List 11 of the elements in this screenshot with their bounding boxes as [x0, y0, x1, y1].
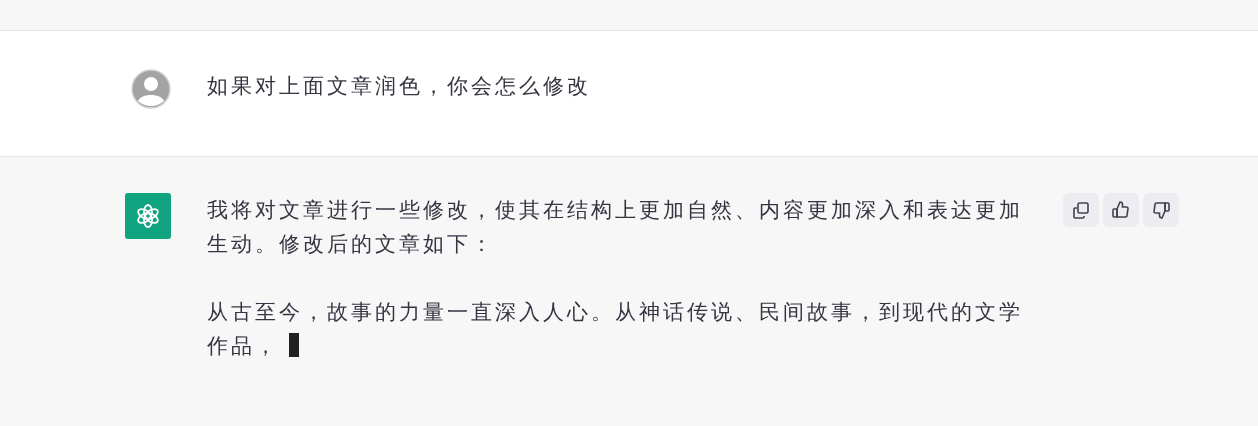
- user-avatar-icon: [131, 69, 171, 109]
- copy-button[interactable]: [1063, 193, 1099, 227]
- assistant-logo-icon: [125, 193, 171, 239]
- assistant-message-text: 我将对文章进行一些修改，使其在结构上更加自然、内容更加深入和表达更加生动。修改后的文章如下：: [207, 197, 1024, 257]
- assistant-message-text: 从古至今，故事的力量一直深入人心。从神话传说、民间故事，到现代的文学作品，: [207, 299, 1024, 359]
- thumbs-down-icon: [1151, 200, 1171, 220]
- thumbs-up-icon: [1111, 200, 1131, 220]
- thumbs-up-button[interactable]: [1103, 193, 1139, 227]
- copy-icon: [1071, 200, 1091, 220]
- user-message-text: 如果对上面文章润色，你会怎么修改: [207, 73, 592, 99]
- thumbs-down-button[interactable]: [1143, 193, 1179, 227]
